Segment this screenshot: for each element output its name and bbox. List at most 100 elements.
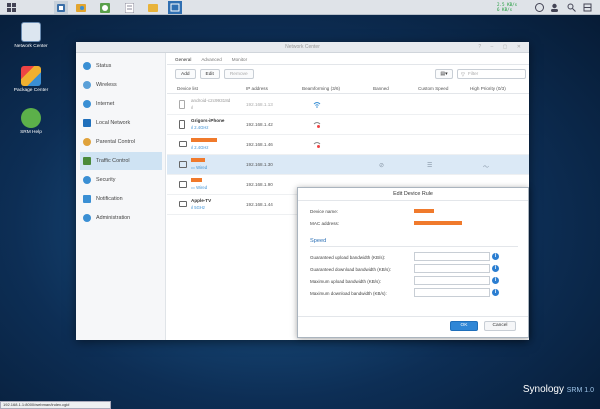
col-ip-address[interactable]: IP address	[246, 86, 268, 91]
info-icon[interactable]: i	[492, 277, 499, 284]
taskbar-document-icon[interactable]	[122, 1, 136, 14]
sidebar-item-traffic-control[interactable]: Traffic Control	[80, 152, 162, 170]
edit-button[interactable]: Edit	[199, 69, 220, 79]
beamforming-icon[interactable]	[313, 141, 321, 148]
sidebar-item-local-network[interactable]: Local Network	[80, 114, 162, 132]
phone-icon	[179, 100, 185, 109]
view-mode-select[interactable]: ▤▾	[435, 69, 453, 79]
wireless-icon	[83, 81, 91, 89]
remove-button[interactable]: Remove	[223, 69, 254, 79]
col-device-list[interactable]: Device list	[177, 86, 198, 91]
filter-icon: ▽	[461, 72, 465, 78]
device-connection: ıl	[191, 105, 194, 110]
sidebar-item-internet[interactable]: Internet	[80, 95, 162, 113]
sidebar-item-label: Parental Control	[96, 139, 135, 145]
sidebar-item-notification[interactable]: Notification	[80, 190, 162, 208]
guaranteed-upload-label: Guaranteed upload bandwidth (KB/s):	[310, 255, 386, 260]
device-name-redacted	[191, 158, 205, 163]
desktop-icon-package-center[interactable]: Package Center	[6, 66, 56, 94]
user-icon[interactable]	[547, 1, 561, 14]
mac-address-value-redacted	[414, 221, 462, 227]
device-name-label: Device name:	[310, 209, 339, 214]
col-beamforming[interactable]: Beamforming (3/6)	[302, 86, 340, 91]
sidebar-item-administration[interactable]: Administration	[80, 209, 162, 227]
priority-icon[interactable]: 〜	[483, 162, 489, 171]
desktop-icon	[179, 181, 187, 188]
notification-icon	[83, 195, 91, 203]
custom-speed-icon[interactable]: ☰	[427, 162, 432, 169]
device-band: 5GHz	[194, 205, 205, 210]
taskbar-photo-icon[interactable]	[74, 1, 88, 14]
guaranteed-upload-input[interactable]	[414, 252, 490, 261]
info-icon[interactable]: i	[492, 253, 499, 260]
sidebar-item-label: Status	[96, 63, 112, 69]
window-titlebar[interactable]: Network Center ? – ▢ ✕	[76, 42, 529, 53]
sidebar-item-label: Wireless	[96, 82, 117, 88]
dialog-title: Edit Device Rule	[298, 188, 528, 201]
device-name: Grigors-iPhone	[191, 118, 225, 123]
sidebar-item-label: Notification	[96, 196, 123, 202]
info-icon[interactable]: i	[492, 265, 499, 272]
network-speed-readout: 2.5 KB/s 6 KB/s	[497, 2, 517, 12]
window-title: Network Center	[285, 44, 320, 50]
search-icon[interactable]	[564, 1, 578, 14]
table-row[interactable]: Grigors-iPhone ıl 2.4GHz 192.168.1.42	[167, 115, 529, 135]
taskbar-network-center-icon[interactable]	[54, 1, 68, 14]
col-banned[interactable]: Banned	[373, 86, 389, 91]
main-menu-icon[interactable]	[4, 1, 18, 14]
browser-status-url: 192.168.1.1:8000/webman/index.cgi#	[0, 401, 111, 409]
sidebar-item-security[interactable]: Security	[80, 171, 162, 189]
table-row-selected[interactable]: ▭ Wired 192.168.1.30 ⊘ ☰ 〜	[167, 155, 529, 175]
beamforming-icon[interactable]	[313, 101, 321, 108]
device-name: android-c2c99318d	[191, 98, 231, 103]
cancel-button[interactable]: Cancel	[484, 321, 516, 331]
max-upload-input[interactable]	[414, 276, 490, 285]
sidebar: Status Wireless Internet Local Network P…	[76, 53, 166, 340]
add-button[interactable]: Add	[175, 69, 196, 79]
taskbar-folder-icon[interactable]	[146, 1, 160, 14]
max-upload-label: Maximum upload bandwidth (KB/s):	[310, 279, 382, 284]
max-download-label: Maximum download bandwidth (KB/s):	[310, 291, 387, 296]
sidebar-item-status[interactable]: Status	[80, 57, 162, 75]
taskbar-active-app-icon[interactable]	[168, 1, 182, 14]
device-name-redacted	[191, 138, 217, 143]
col-high-priority[interactable]: High Priority (0/3)	[470, 86, 506, 91]
device-ip: 192.168.1.42	[246, 122, 273, 127]
filter-placeholder: Filter	[468, 71, 479, 76]
device-connection: ıl 2.4GHz	[191, 145, 209, 150]
info-icon[interactable]: i	[492, 289, 499, 296]
window-controls[interactable]: ? – ▢ ✕	[478, 44, 525, 50]
sidebar-item-wireless[interactable]: Wireless	[80, 76, 162, 94]
guaranteed-download-label: Guaranteed download bandwidth (KB/s):	[310, 267, 392, 272]
desktop-icon-network-center[interactable]: Network Center	[6, 22, 56, 50]
table-row[interactable]: android-c2c99318d ıl 192.168.1.13	[167, 95, 529, 115]
taskbar-app-icon[interactable]	[98, 1, 112, 14]
max-download-input[interactable]	[414, 288, 490, 297]
filter-input[interactable]: ▽ Filter	[457, 69, 526, 79]
banned-icon[interactable]: ⊘	[379, 162, 384, 169]
guaranteed-download-input[interactable]	[414, 264, 490, 273]
desktop-icon-srm-help[interactable]: SRM Help	[6, 108, 56, 136]
desktop-icon	[179, 161, 187, 168]
device-name-value-redacted	[414, 209, 434, 215]
col-custom-speed[interactable]: Custom Speed	[418, 86, 448, 91]
table-header: Device list IP address Beamforming (3/6)…	[167, 84, 529, 94]
sidebar-item-label: Internet	[96, 101, 115, 107]
sidebar-item-label: Traffic Control	[96, 158, 130, 164]
tools-icon	[83, 214, 91, 222]
device-name-redacted	[191, 178, 202, 183]
table-row[interactable]: ıl 2.4GHz 192.168.1.46	[167, 135, 529, 155]
ok-button[interactable]: OK	[450, 321, 478, 331]
widgets-icon[interactable]	[580, 1, 594, 14]
device-band: Wired	[196, 165, 208, 170]
sidebar-item-parental-control[interactable]: Parental Control	[80, 133, 162, 151]
beamforming-icon[interactable]	[313, 121, 321, 128]
device-connection: ▭ Wired	[191, 185, 208, 190]
laptop-icon	[179, 141, 187, 147]
chat-icon[interactable]	[532, 1, 546, 14]
tab-divider	[167, 64, 529, 65]
synology-brand: Synology SRM 1.0	[523, 384, 594, 395]
desktop-icon-label: Package Center	[13, 88, 49, 93]
sidebar-item-label: Local Network	[96, 120, 131, 126]
device-ip: 192.168.1.90	[246, 182, 273, 187]
